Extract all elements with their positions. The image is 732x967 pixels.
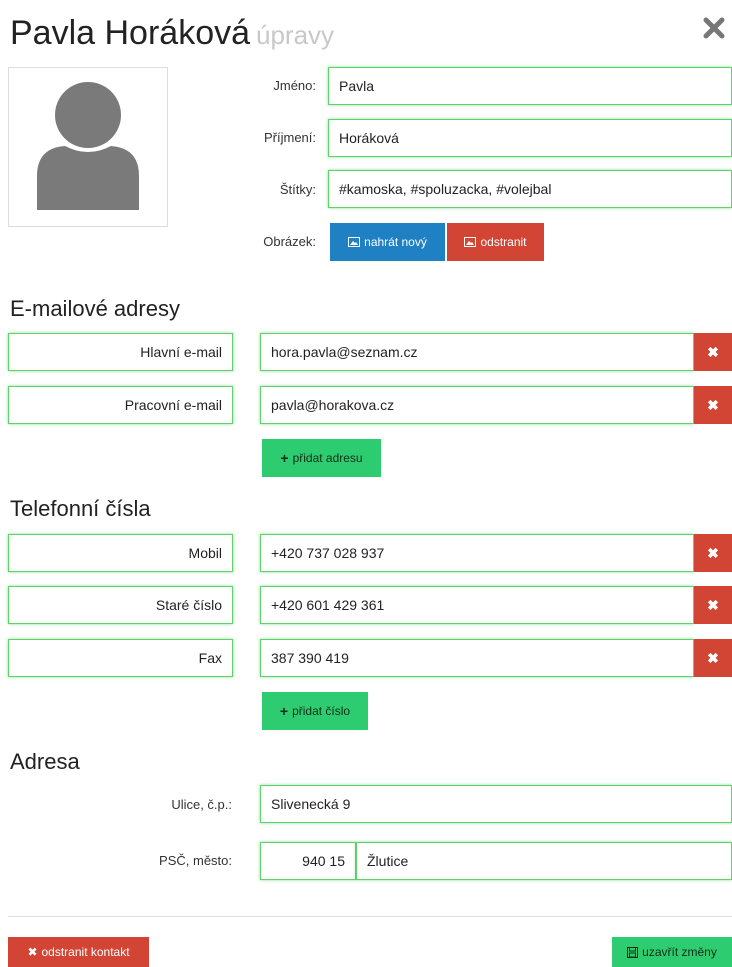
phone-value-field[interactable]: +420 601 429 361 [260,586,694,624]
phones-section-title: Telefonní čísla [10,496,151,521]
add-phone-button[interactable]: + přidat číslo [262,692,368,730]
close-icon[interactable] [702,16,726,40]
close-icon: ✖ [707,649,719,666]
floppy-icon [627,946,639,958]
save-changes-button[interactable]: uzavřít změny [612,937,732,967]
contact-name: Pavla Horáková [10,14,251,52]
page-title: Pavla Horáková úpravy [10,14,334,53]
page-subtitle: úpravy [256,20,335,50]
phone-label-field[interactable]: Staré číslo [8,586,233,624]
last-name-field[interactable]: Horáková [328,119,732,157]
close-icon: ✖ [707,544,719,561]
phone-label-field[interactable]: Fax [8,639,233,677]
delete-phone-button[interactable]: ✖ [694,639,732,677]
phone-label-field[interactable]: Mobil [8,534,233,572]
email-value-field[interactable]: pavla@horakova.cz [260,386,694,424]
email-label-field[interactable]: Pracovní e-mail [8,386,233,424]
phone-value-field[interactable]: +420 737 028 937 [260,534,694,572]
user-silhouette-icon [37,82,139,210]
upload-image-button[interactable]: nahrát nový [330,223,445,261]
delete-email-button[interactable]: ✖ [694,386,732,424]
close-icon: ✖ [27,945,38,959]
plus-icon: + [280,450,289,466]
divider [8,916,732,917]
tags-label: Štítky: [279,182,316,197]
emails-section-title: E-mailové adresy [10,296,180,321]
last-name-label: Příjmení: [263,130,316,145]
delete-phone-button[interactable]: ✖ [694,586,732,624]
zip-city-label: PSČ, město: [159,853,232,868]
zip-field[interactable]: 940 15 [260,842,356,880]
add-email-button[interactable]: + přidat adresu [262,439,381,477]
image-icon [464,237,477,247]
email-label-field[interactable]: Hlavní e-mail [8,333,233,371]
delete-phone-button[interactable]: ✖ [694,534,732,572]
plus-icon: + [279,703,289,719]
avatar [8,67,168,227]
first-name-field[interactable]: Pavla [328,67,732,105]
image-label: Obrázek: [263,234,316,249]
delete-contact-button[interactable]: ✖ odstranit kontakt [8,937,149,967]
phone-value-field[interactable]: 387 390 419 [260,639,694,677]
city-field[interactable]: Žlutice [356,842,732,880]
close-icon: ✖ [707,396,719,413]
street-label: Ulice, č.p.: [171,797,232,812]
close-icon: ✖ [707,596,719,613]
remove-image-button[interactable]: odstranit [447,223,544,261]
close-icon: ✖ [707,343,719,360]
delete-email-button[interactable]: ✖ [694,333,732,371]
email-value-field[interactable]: hora.pavla@seznam.cz [260,333,694,371]
first-name-label: Jméno: [273,78,316,93]
street-field[interactable]: Slivenecká 9 [260,785,732,823]
address-section-title: Adresa [10,749,80,774]
tags-field[interactable]: #kamoska, #spoluzacka, #volejbal [328,170,732,208]
image-icon [348,237,361,247]
